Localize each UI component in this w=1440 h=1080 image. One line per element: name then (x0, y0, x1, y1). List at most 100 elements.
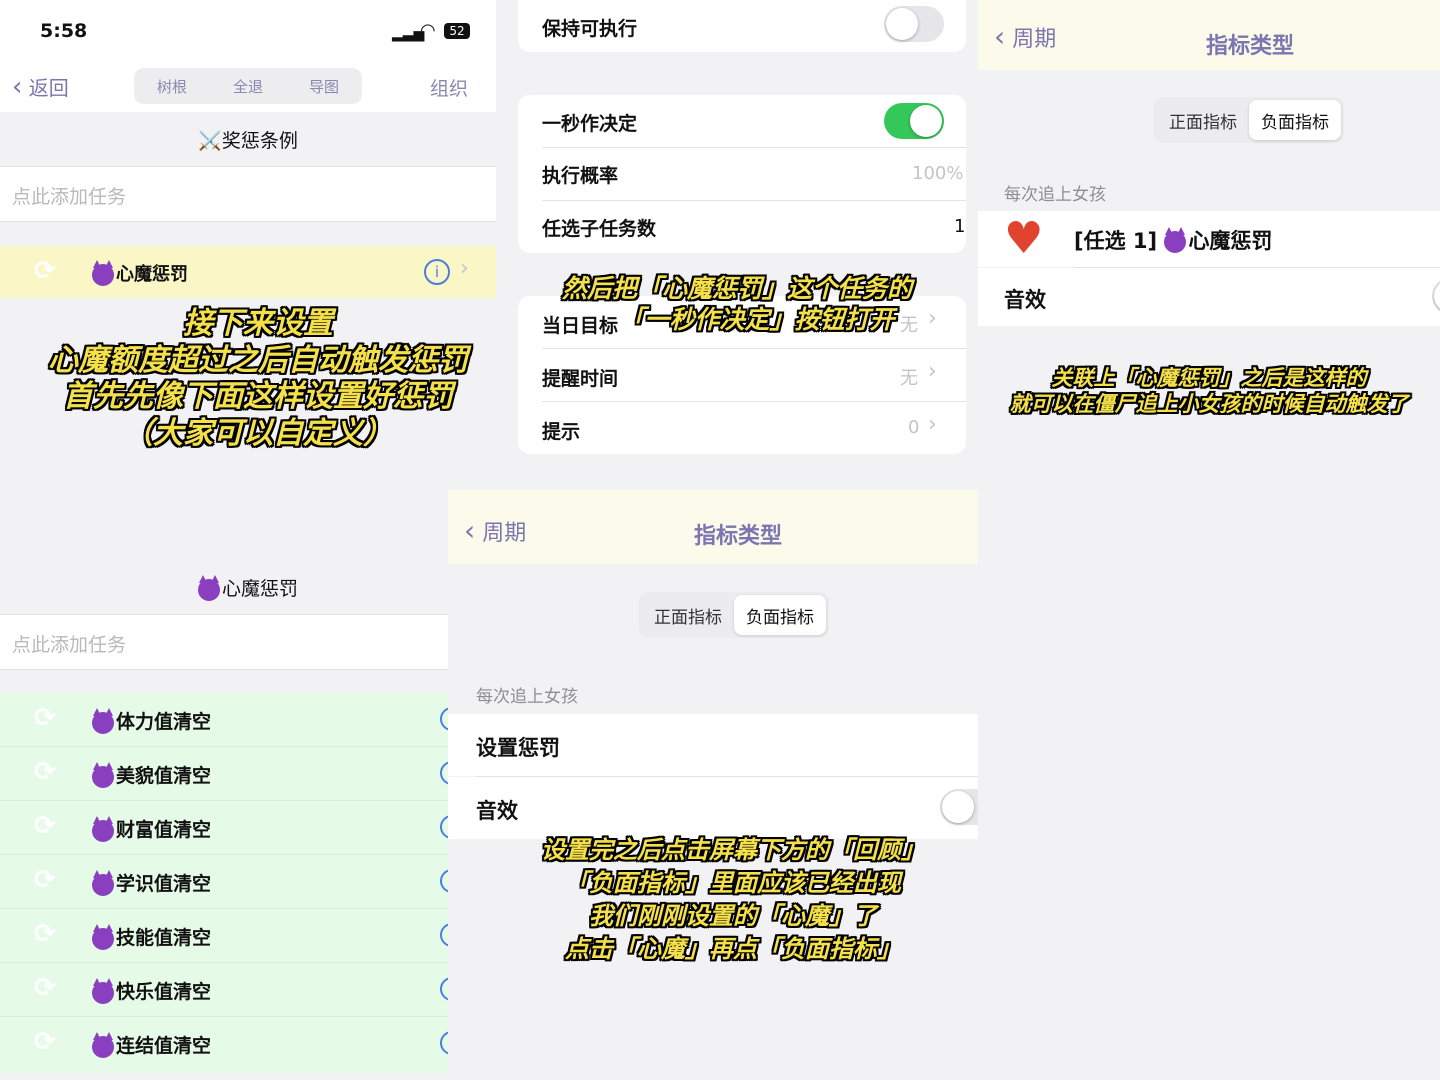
one-second-label: 一秒作决定 (542, 113, 638, 135)
back-label: 周期 (482, 521, 527, 546)
back-button[interactable]: ‹ 周期 (994, 20, 1056, 53)
info-icon[interactable]: i (424, 259, 450, 285)
keep-label: 保持可执行 (542, 18, 638, 40)
list-item[interactable]: ⟳ 财富值清空 (0, 801, 448, 855)
set-penalty-label: 设置惩罚 (476, 736, 560, 760)
caption-line: 「一秒作决定」按钮打开 (619, 304, 895, 334)
item-label-wrap: 快乐值清空 (92, 977, 211, 1004)
item-label-wrap: 连结值清空 (92, 1031, 211, 1058)
add-task-placeholder: 点此添加任务 (12, 186, 127, 208)
devil-icon (92, 977, 114, 1004)
organize-button[interactable]: 组织 (430, 74, 468, 101)
caption-line: （大家可以自定义） (123, 415, 393, 451)
sound-toggle[interactable] (1432, 278, 1440, 314)
info-icon[interactable] (440, 923, 448, 947)
indicator-segment: 正面指标 负面指标 (1154, 97, 1344, 143)
add-task-placeholder: 点此添加任务 (12, 634, 127, 656)
right-panel: ‹ 周期 指标类型 正面指标 负面指标 每次追上女孩 ♥ [任选 1] 心魔惩罚… (978, 0, 1440, 1080)
section-title: 心魔惩罚 (221, 578, 298, 600)
group-label: 每次追上女孩 (476, 687, 578, 707)
caption-line: 点击「心魔」再点「负面指标」 (565, 935, 901, 964)
item-label: 美貌值清空 (116, 765, 212, 787)
list-item[interactable]: ⟳ 学识值清空 (0, 855, 448, 909)
devil-icon (197, 574, 220, 601)
info-icon[interactable] (440, 869, 448, 893)
exec-prob-value[interactable]: 100% (912, 163, 963, 184)
task-list: ⟳ 体力值清空 ⟳ 美貌值清空 ⟳ 财富值清空 ⟳ 学识值清空 ⟳ 技能值清空 … (0, 693, 448, 1073)
caption-line: 就可以在僵尸追上小女孩的时候自动触发了 (1009, 391, 1409, 416)
list-item[interactable]: ⟳ 体力值清空 (0, 693, 448, 747)
divider (542, 401, 966, 402)
back-button[interactable]: ‹ 周期 (464, 514, 526, 547)
chevron-right-icon: › (928, 359, 937, 384)
repeat-icon: ⟳ (34, 865, 56, 895)
info-icon[interactable] (440, 1031, 448, 1055)
repeat-icon: ⟳ (34, 256, 56, 286)
status-bar: 5:58 ▂▃▅ ◠ 52 (0, 0, 496, 60)
set-penalty-row[interactable]: 设置惩罚 (448, 714, 978, 776)
info-icon[interactable] (440, 707, 448, 731)
item-label: 连结值清空 (116, 1035, 212, 1057)
one-second-toggle[interactable] (884, 103, 944, 139)
card-settings: 一秒作决定 执行概率 100% 任选子任务数 1 (518, 95, 966, 253)
subtask-value[interactable]: 1 (954, 216, 965, 237)
middle-bottom-panel: ‹ 周期 指标类型 正面指标 负面指标 每次追上女孩 设置惩罚 音效 设置完之后… (448, 490, 978, 1080)
sound-toggle[interactable] (940, 789, 978, 825)
list-item[interactable]: ⟳ 快乐值清空 (0, 963, 448, 1017)
middle-top-panel: 保持可执行 一秒作决定 执行概率 100% 任选子任务数 1 当日目标 无 › … (496, 0, 978, 490)
list-item[interactable]: ⟳ 连结值清空 (0, 1017, 448, 1070)
devil-icon (1164, 227, 1187, 253)
toggle-knob (942, 791, 974, 823)
reminder-label: 提醒时间 (542, 368, 619, 390)
item-label-wrap: 美貌值清空 (92, 761, 211, 788)
item-label-wrap: 技能值清空 (92, 923, 211, 950)
item-label: 财富值清空 (116, 819, 212, 841)
devil-icon (92, 869, 114, 896)
nav-bar: ‹ 周期 指标类型 (978, 0, 1440, 70)
item-label-wrap: 财富值清空 (92, 815, 211, 842)
back-button[interactable]: ‹ 返回 (12, 72, 69, 102)
seg-positive[interactable]: 正面指标 (1157, 100, 1249, 140)
repeat-icon: ⟳ (34, 811, 56, 841)
task-row-highlight[interactable]: ⟳ 心魔惩罚 i › (0, 246, 496, 298)
toggle-knob (910, 105, 942, 137)
devil-icon (92, 761, 114, 788)
item-label: 技能值清空 (116, 927, 212, 949)
indicator-segment: 正面指标 负面指标 (639, 592, 829, 638)
list-item[interactable]: ⟳ 美貌值清空 (0, 747, 448, 801)
reminder-value[interactable]: 无 (900, 364, 918, 390)
seg-map[interactable]: 导图 (309, 76, 339, 97)
chevron-left-icon: ‹ (12, 72, 23, 102)
linked-task-row[interactable]: ♥ [任选 1] 心魔惩罚 (978, 211, 1440, 267)
battery-icon: 52 (444, 23, 470, 39)
chevron-left-icon: ‹ (464, 514, 476, 547)
add-task-input[interactable]: 点此添加任务 (0, 614, 448, 670)
info-icon[interactable] (440, 815, 448, 839)
seg-negative[interactable]: 负面指标 (1249, 100, 1341, 140)
caption-left: 接下来设置 心魔额度超过之后自动触发惩罚 首先先像下面这样设置好惩罚 （大家可以… (20, 306, 496, 452)
repeat-icon: ⟳ (34, 703, 56, 733)
seg-positive[interactable]: 正面指标 (642, 595, 734, 635)
list-item[interactable]: ⟳ 技能值清空 (0, 909, 448, 963)
nav-title: 指标类型 (1206, 34, 1295, 59)
broken-heart-icon: ♥ (1004, 213, 1044, 264)
chevron-left-icon: ‹ (994, 20, 1006, 53)
keep-toggle[interactable] (884, 6, 944, 42)
caption-line: 接下来设置 (183, 306, 333, 341)
divider (542, 200, 966, 201)
caption-line: 首先先像下面这样设置好惩罚 (63, 379, 453, 415)
repeat-icon: ⟳ (34, 757, 56, 787)
chevron-right-icon: › (460, 256, 469, 281)
seg-negative[interactable]: 负面指标 (734, 595, 826, 635)
repeat-icon: ⟳ (34, 973, 56, 1003)
sound-label: 音效 (476, 799, 518, 823)
nav-bar: ‹ 周期 指标类型 (448, 490, 978, 564)
add-task-input[interactable]: 点此添加任务 (0, 166, 496, 222)
item-label: 学识值清空 (116, 873, 212, 895)
info-icon[interactable] (440, 761, 448, 785)
hint-value[interactable]: 0 (908, 417, 919, 438)
seg-tree-root[interactable]: 树根 (157, 76, 187, 97)
nav-bar: ‹ 返回 树根 全退 导图 组织 (0, 60, 496, 112)
seg-all-back[interactable]: 全退 (233, 76, 263, 97)
info-icon[interactable] (440, 977, 448, 1001)
